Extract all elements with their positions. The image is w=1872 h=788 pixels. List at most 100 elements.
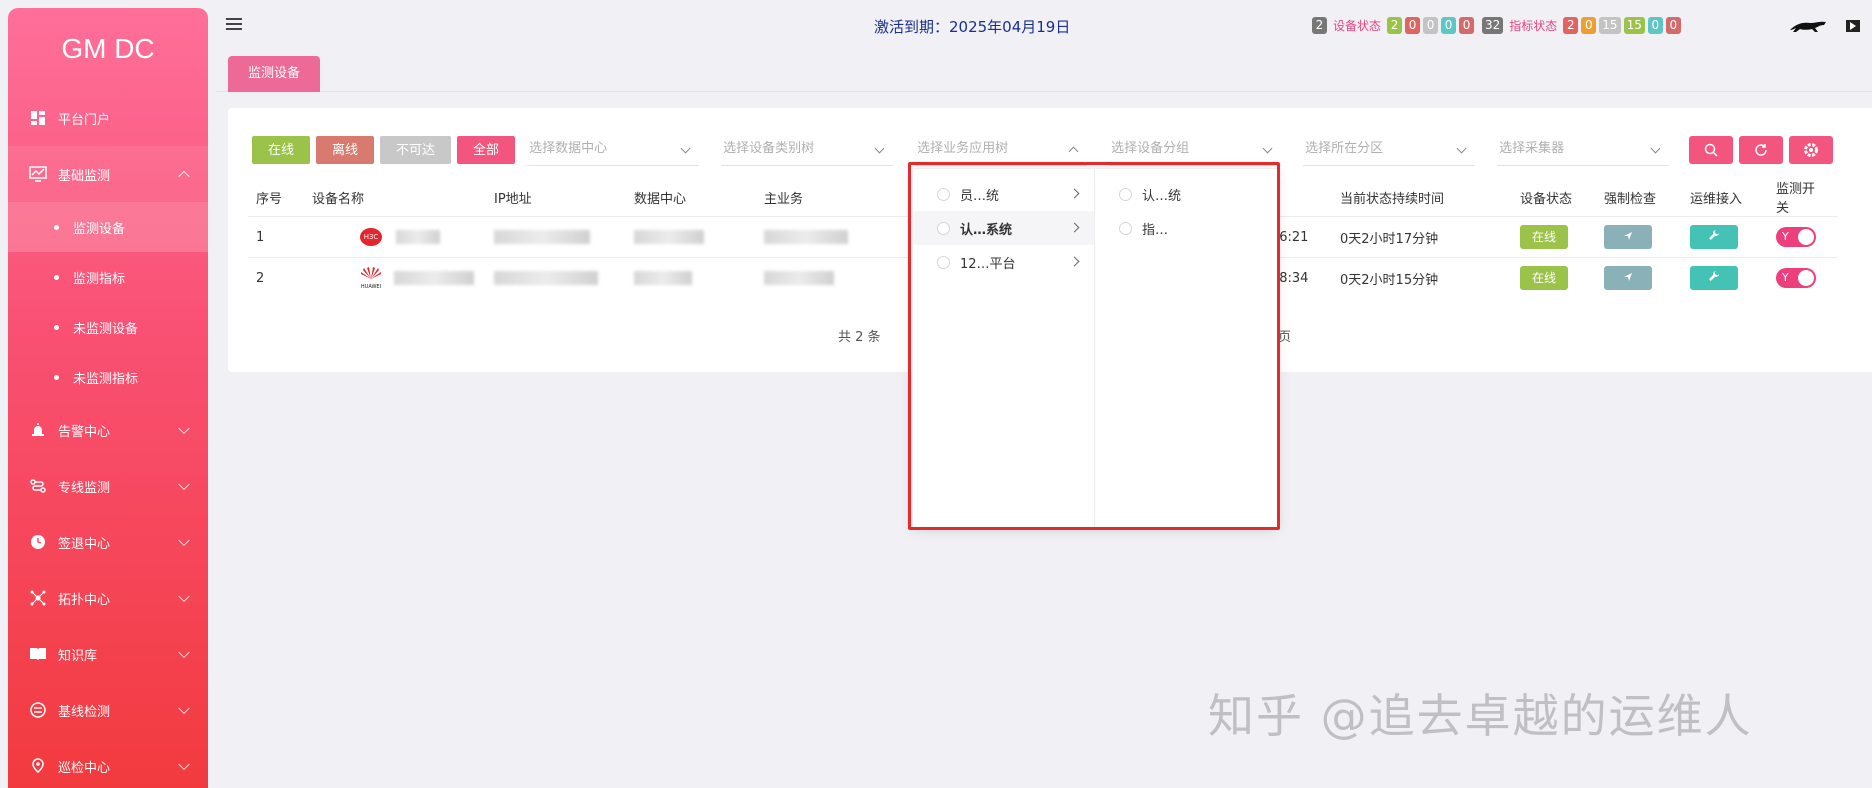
col-header-force-check: 强制检查: [1604, 191, 1657, 207]
radio-icon[interactable]: [1119, 221, 1132, 235]
sidebar-item-topology[interactable]: 拓扑中心: [8, 570, 208, 626]
gear-icon: [1804, 143, 1819, 157]
device-status-count: 0: [1459, 17, 1475, 34]
sidebar-subitem-monitored-devices[interactable]: 监测设备: [8, 202, 208, 252]
clock-icon: [28, 532, 48, 552]
cascader-option[interactable]: 指…: [1095, 211, 1277, 245]
filter-all-button[interactable]: 全部: [457, 136, 516, 164]
chevron-down-icon: [1650, 143, 1661, 154]
filter-unreachable-button[interactable]: 不可达: [380, 136, 452, 164]
sidebar-item-knowledge[interactable]: 知识库: [8, 626, 208, 682]
col-header-duration: 当前状态持续时间: [1340, 191, 1445, 207]
sidebar-item-dedicated-line[interactable]: 专线监测: [8, 458, 208, 514]
sidebar-item-alarm[interactable]: 告警中心: [8, 402, 208, 458]
sidebar-item-label: 基础监测: [58, 168, 111, 184]
device-status-group[interactable]: 2 设备状态 2 0 0 0 0: [1312, 17, 1475, 34]
cascader-option[interactable]: 认…系统: [913, 211, 1094, 245]
cell-ip: [486, 257, 626, 299]
cascader-option[interactable]: 12…平台: [913, 245, 1094, 279]
search-button[interactable]: [1689, 136, 1734, 164]
indicator-status-group[interactable]: 32 指标状态 2 0 15 15 0 0: [1482, 17, 1681, 34]
vendor-label: H3C: [363, 233, 379, 241]
panther-logo-icon: [1790, 21, 1826, 32]
cascader-option-label: 认…统: [1142, 188, 1182, 204]
force-check-button[interactable]: [1604, 225, 1652, 249]
monitor-chart-icon: [28, 164, 48, 184]
sidebar-item-baseline[interactable]: 基线检测: [8, 682, 208, 738]
radio-icon[interactable]: [937, 255, 950, 269]
chevron-down-icon: [178, 702, 190, 715]
huawei-logo-icon: HUAWEI: [358, 266, 384, 290]
sidebar-item-inspection[interactable]: 巡检中心: [8, 738, 208, 788]
sidebar-item-label: 拓扑中心: [58, 592, 111, 608]
menu-toggle-icon[interactable]: [226, 18, 242, 32]
cascader-option-label: 认…系统: [960, 222, 1013, 238]
ops-access-button[interactable]: [1690, 266, 1738, 291]
radio-icon[interactable]: [937, 187, 950, 201]
sidebar-item-signout[interactable]: 签退中心: [8, 514, 208, 570]
select-placeholder: 选择采集器: [1499, 141, 1565, 156]
redacted-text: [494, 230, 590, 244]
device-status-total: 2: [1312, 17, 1327, 34]
alarm-icon: [28, 420, 48, 440]
cell-ops-access: [1682, 257, 1768, 299]
wrench-icon: [1709, 271, 1719, 282]
cascader-column-2: 认…统 指…: [1095, 169, 1277, 527]
sidebar-item-label: 告警中心: [58, 424, 111, 440]
sidebar-item-basic-monitoring[interactable]: 基础监测: [8, 146, 208, 202]
device-status-count: 0: [1405, 17, 1421, 34]
sidebar: GM DC 平台门户 基础监测 监测设备 监测指标 未监测设备 未监测指标 告警…: [8, 8, 208, 788]
cell-duration: 0天2小时17分钟: [1332, 216, 1512, 258]
cascader-option[interactable]: 认…统: [1095, 177, 1277, 211]
h3c-logo-icon: H3C: [360, 228, 382, 246]
chevron-down-icon: [1262, 143, 1273, 154]
cell-datacenter: [626, 216, 756, 258]
business-app-select[interactable]: 选择业务应用树: [915, 134, 1088, 166]
select-placeholder: 选择设备分组: [1111, 141, 1190, 156]
chevron-down-icon: [178, 646, 190, 659]
cascader-option[interactable]: 员…统: [913, 177, 1094, 211]
filter-online-button[interactable]: 在线: [252, 136, 311, 164]
filter-offline-button[interactable]: 离线: [316, 136, 375, 164]
monitor-toggle[interactable]: Y: [1776, 227, 1816, 247]
cell-device-name[interactable]: HUAWEI: [304, 257, 486, 299]
cell-index: 1: [248, 216, 304, 258]
redacted-text: [396, 230, 440, 244]
monitor-toggle[interactable]: Y: [1776, 268, 1816, 289]
device-group-select[interactable]: 选择设备分组: [1109, 134, 1282, 166]
sidebar-subitem-unmonitored-devices[interactable]: 未监测设备: [8, 302, 208, 352]
radio-icon[interactable]: [1119, 187, 1132, 201]
radio-icon[interactable]: [937, 221, 950, 235]
collector-select[interactable]: 选择采集器: [1497, 134, 1670, 166]
indicator-status-count: 0: [1665, 17, 1681, 34]
device-category-select[interactable]: 选择设备类别树: [721, 134, 894, 166]
cell-device-name[interactable]: H3C: [304, 216, 486, 258]
redacted-text: [764, 230, 848, 244]
sidebar-subitem-monitored-indicators[interactable]: 监测指标: [8, 252, 208, 302]
chevron-down-icon: [178, 590, 190, 603]
select-placeholder: 选择设备类别树: [723, 141, 815, 156]
tab-bar: 监测设备: [216, 52, 1872, 92]
watermark: 知乎 @追去卓越的运维人: [1208, 689, 1753, 743]
status-badge: 在线: [1520, 266, 1568, 291]
settings-button[interactable]: [1789, 136, 1834, 164]
refresh-button[interactable]: [1739, 136, 1784, 164]
force-check-button[interactable]: [1604, 266, 1652, 291]
device-status-label: 设备状态: [1333, 19, 1382, 33]
col-header-monitor-switch: 监测开关: [1776, 182, 1816, 216]
dashboard-icon: [28, 108, 48, 128]
filter-bar: 在线 离线 不可达 全部 选择数据中心 选择设备类别树 选择业务应用树 选择设备…: [252, 134, 1834, 166]
sidebar-item-label: 签退中心: [58, 536, 111, 552]
partition-select[interactable]: 选择所在分区: [1303, 134, 1476, 166]
indicator-status-count: 2: [1563, 17, 1579, 34]
play-icon[interactable]: [1846, 20, 1860, 32]
tab-monitored-devices[interactable]: 监测设备: [228, 56, 321, 92]
indicator-status-total: 32: [1482, 17, 1504, 34]
search-icon: [1704, 143, 1718, 157]
refresh-icon: [1755, 144, 1767, 156]
ops-access-button[interactable]: [1690, 225, 1738, 249]
sidebar-item-portal[interactable]: 平台门户: [8, 90, 208, 146]
redacted-text: [634, 271, 692, 286]
sidebar-subitem-unmonitored-indicators[interactable]: 未监测指标: [8, 352, 208, 402]
datacenter-select[interactable]: 选择数据中心: [527, 134, 700, 166]
